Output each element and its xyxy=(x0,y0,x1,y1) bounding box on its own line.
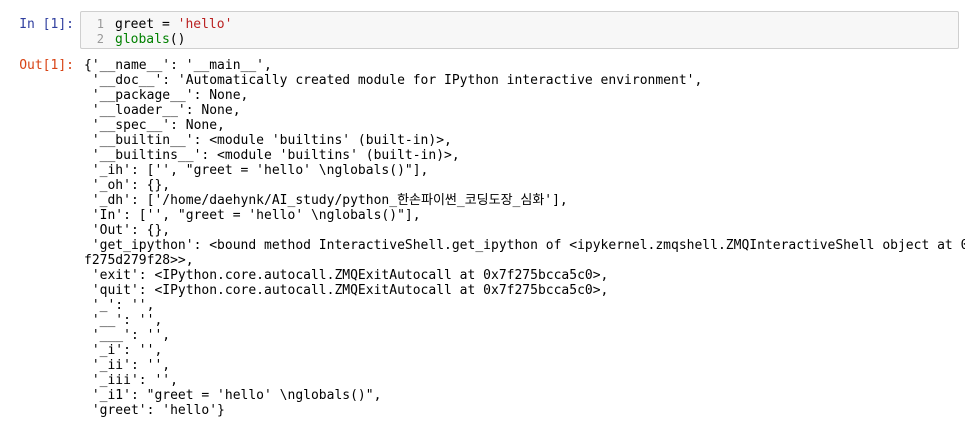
line-number: 2 xyxy=(96,32,104,46)
code-line[interactable]: globals() xyxy=(115,32,232,47)
output-line: {'__name__': '__main__', xyxy=(84,58,272,73)
output-line: '__package__': None, xyxy=(84,88,249,103)
output-prompt: Out[1]: xyxy=(19,58,74,73)
operator-token: = xyxy=(154,17,178,32)
output-line: '__builtins__': <module 'builtins' (buil… xyxy=(84,148,460,163)
string-token: 'hello' xyxy=(177,17,233,32)
code-input-area[interactable]: 1 2 greet = 'hello' globals() xyxy=(80,11,959,49)
output-line: 'quit': <IPython.core.autocall.ZMQExitAu… xyxy=(84,283,609,298)
output-line: '_ih': ['', "greet = 'hello' \nglobals()… xyxy=(84,163,429,178)
output-line: '__spec__': None, xyxy=(84,118,225,133)
output-line: '___': '', xyxy=(84,328,171,343)
output-line: f275d279f28>>, xyxy=(84,253,194,268)
code-line[interactable]: greet = 'hello' xyxy=(115,17,232,32)
line-number-gutter: 1 2 xyxy=(81,17,108,47)
output-line: '__doc__': 'Automatically created module… xyxy=(84,73,703,88)
output-line: '_oh': {}, xyxy=(84,178,171,193)
output-line: 'greet': 'hello'} xyxy=(84,403,225,418)
output-line: 'get_ipython': <bound method Interactive… xyxy=(84,238,965,253)
output-line: 'exit': <IPython.core.autocall.ZMQExitAu… xyxy=(84,268,609,283)
output-line: '_dh': ['/home/daehynk/AI_study/python_한… xyxy=(84,193,568,208)
paren-token: () xyxy=(169,32,186,47)
builtin-token: globals xyxy=(115,32,170,47)
output-line: '_i': '', xyxy=(84,343,163,358)
output-line: 'In': ['', "greet = 'hello' \nglobals()"… xyxy=(84,208,421,223)
output-area: {'__name__': '__main__', '__doc__': 'Aut… xyxy=(84,58,965,418)
output-line: '_': '', xyxy=(84,298,155,313)
code-editor[interactable]: greet = 'hello' globals() xyxy=(115,17,232,47)
variable-token: greet xyxy=(115,17,155,32)
output-line: '__loader__': None, xyxy=(84,103,241,118)
output-line: '_ii': '', xyxy=(84,358,171,373)
output-line: 'Out': {}, xyxy=(84,223,171,238)
output-line: '__': '', xyxy=(84,313,163,328)
output-line: '_i1': "greet = 'hello' \nglobals()", xyxy=(84,388,382,403)
output-line: '__builtin__': <module 'builtins' (built… xyxy=(84,133,452,148)
line-number: 1 xyxy=(96,17,104,31)
input-prompt: In [1]: xyxy=(19,17,74,32)
output-line: '_iii': '', xyxy=(84,373,178,388)
